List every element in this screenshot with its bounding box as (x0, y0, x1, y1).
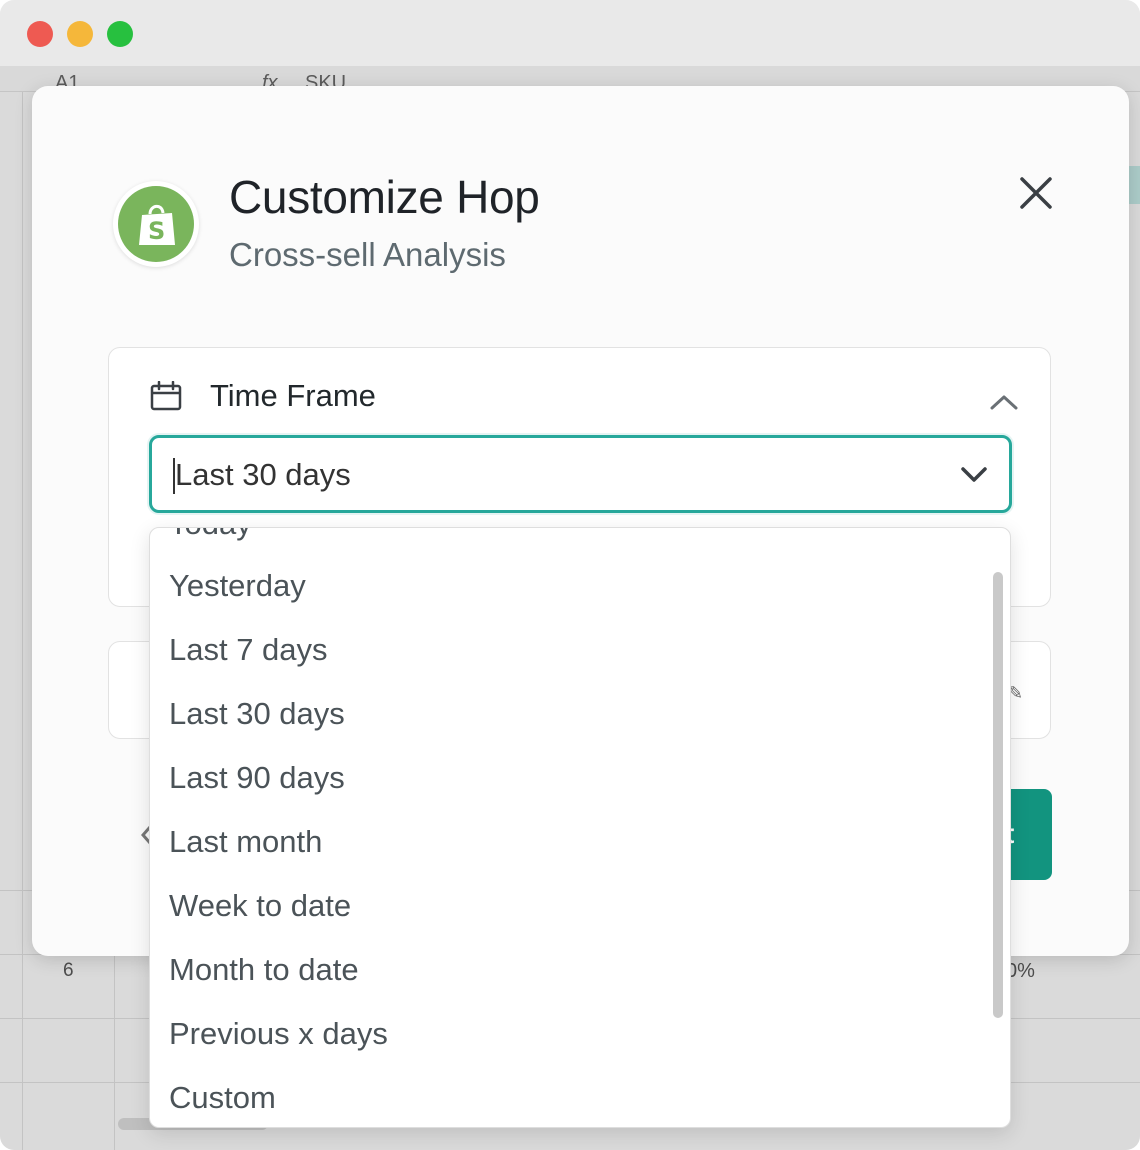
dropdown-option[interactable]: Previous x days (150, 1002, 992, 1066)
time-frame-selected-value: Last 30 days (175, 457, 351, 492)
dropdown-option[interactable]: Last 90 days (150, 746, 992, 810)
chevron-down-icon[interactable] (959, 464, 989, 489)
dropdown-option[interactable]: Today (150, 528, 992, 556)
dropdown-option[interactable]: Yesterday (150, 554, 992, 618)
svg-text:S: S (148, 217, 165, 245)
title-bar (0, 0, 1140, 66)
window-minimize-button[interactable] (67, 21, 93, 47)
time-frame-label: Time Frame (210, 378, 376, 413)
window-maximize-button[interactable] (107, 21, 133, 47)
dropdown-option[interactable]: Last 30 days (150, 682, 992, 746)
window-close-button[interactable] (27, 21, 53, 47)
shopify-logo: S (113, 181, 199, 267)
time-frame-dropdown[interactable]: Today Yesterday Last 7 days Last 30 days… (149, 527, 1011, 1128)
dropdown-scrollbar[interactable] (993, 572, 1003, 1018)
calendar-icon (150, 380, 182, 416)
dropdown-option[interactable]: Last month (150, 810, 992, 874)
close-icon[interactable] (1015, 172, 1057, 214)
dropdown-option[interactable]: Custom (150, 1066, 992, 1127)
dropdown-option[interactable]: Week to date (150, 874, 992, 938)
dropdown-option[interactable]: Last 7 days (150, 618, 992, 682)
time-frame-select[interactable]: Last 30 days (149, 435, 1012, 513)
dropdown-option[interactable]: Month to date (150, 938, 992, 1002)
modal-title: Customize Hop (229, 171, 540, 223)
shopify-bag-icon: S (118, 186, 194, 262)
app-window: A1 fx SKU 6 0% S Customize Hop Cross-sel… (0, 0, 1140, 1150)
modal-subtitle: Cross-sell Analysis (229, 236, 506, 273)
chevron-up-icon[interactable] (989, 392, 1019, 417)
